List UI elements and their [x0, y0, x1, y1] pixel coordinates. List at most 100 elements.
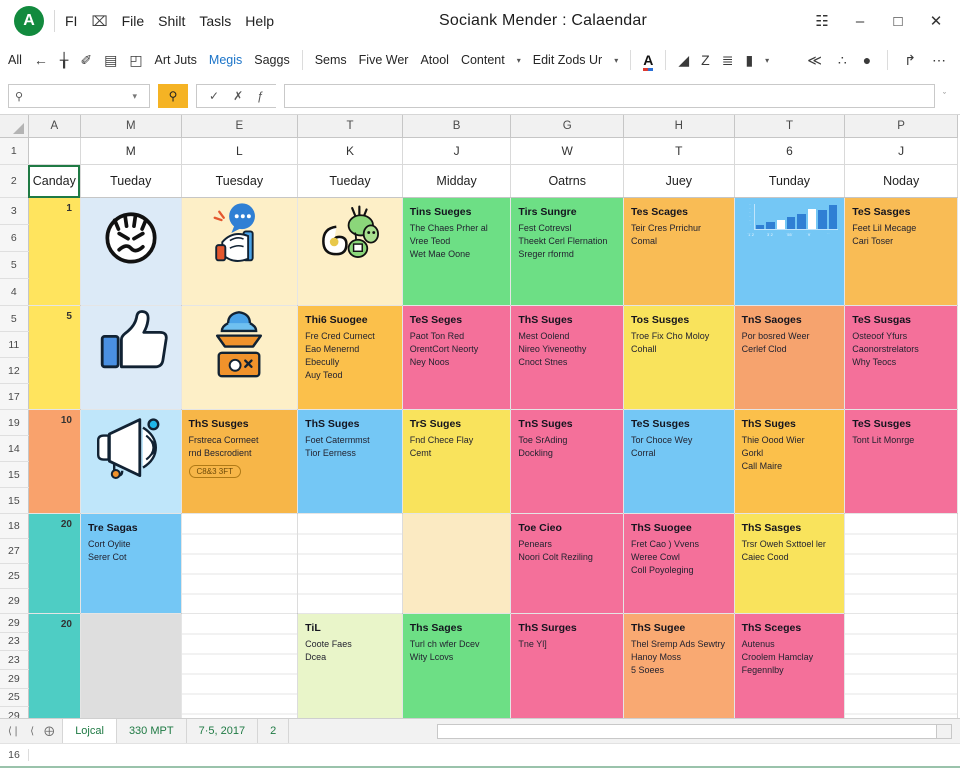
ribbon-atool-button[interactable]: Atool	[420, 53, 449, 67]
cell-post-pink-6[interactable]: Toe Cieo Penears Noori Colt Reziling	[510, 513, 625, 614]
list-icon[interactable]: ≣	[722, 52, 734, 69]
cell-empty-1[interactable]	[181, 513, 299, 614]
menu-file[interactable]: File	[122, 13, 145, 29]
week-number-cell[interactable]: 5	[28, 305, 81, 410]
sheet-tab-2[interactable]: 2	[258, 719, 290, 743]
cell-post-yellow-4[interactable]: ThS Sasges Trsr Oweh Sxttoel ler Caiec Coo…	[734, 513, 846, 614]
cell-post-pink-1[interactable]: TeS Seges Paot Ton Red OrentCort Neorty Ney…	[402, 305, 512, 410]
cell-post-pink-7[interactable]: ThS Suogee Fret Cao ) Vvens Weree Cowl Coll…	[623, 513, 735, 614]
cell-post-green-2[interactable]: Tirs Sungre Fest Cotrevsl Theekt Cerl Fler…	[510, 197, 625, 306]
cell-grey-block[interactable]	[80, 613, 182, 718]
chevron-down-icon-namebox[interactable]: ▾	[132, 91, 143, 102]
menu-shilt[interactable]: Shilt	[158, 13, 185, 29]
ribbon-megis-button[interactable]: Megis	[209, 53, 242, 67]
row-header[interactable]: 4	[0, 278, 29, 306]
prev-sheet-button[interactable]: ⟨	[30, 726, 34, 737]
name-box[interactable]: ⚲ ▾	[8, 84, 150, 108]
ribbon-saggs-button[interactable]: Saggs	[254, 53, 289, 67]
search-go-button[interactable]: ⚲	[158, 84, 188, 108]
document-icon[interactable]: ⌧	[91, 13, 107, 30]
chevron-down-icon[interactable]: ▾	[517, 56, 521, 65]
cell-icon-comment-hand[interactable]	[181, 197, 299, 306]
ribbon-sems-button[interactable]: Sems	[315, 53, 347, 67]
row-header-2[interactable]: 2	[0, 164, 29, 198]
day-name-cell-8[interactable]: Noday	[844, 164, 958, 198]
chevron-down-icon-3[interactable]: ▾	[765, 56, 769, 65]
cell-cream-block[interactable]	[402, 513, 512, 614]
cell-post-yellow-2[interactable]: Tos Susges Troe Fix Cho Moloy Cohall	[623, 305, 735, 410]
scroll-grip-icon[interactable]	[937, 723, 952, 739]
column-header-e-2[interactable]: E	[181, 115, 299, 138]
chevron-down-icon-2[interactable]: ▾	[614, 56, 618, 65]
row-header[interactable]: 19	[0, 409, 29, 436]
select-all-corner[interactable]	[0, 115, 29, 138]
day-name-cell-7[interactable]: Tunday	[734, 164, 846, 198]
highlight-icon[interactable]: ▮	[745, 52, 753, 69]
horizontal-scrollbar[interactable]	[437, 723, 937, 739]
row-header[interactable]: 29	[0, 613, 29, 633]
share-icon[interactable]: ≪	[807, 52, 822, 69]
ribbon-display-options-icon[interactable]: ☷	[812, 12, 832, 30]
spreadsheet-grid[interactable]: AMETBGHTP 1 M L K J W T 6 J 2 Canday Tueday Tuesday T…	[0, 115, 960, 718]
menu-tasls[interactable]: Tasls	[199, 13, 231, 29]
row-header[interactable]: 11	[0, 331, 29, 358]
ribbon-five-woer-button[interactable]: Five Wer	[359, 53, 409, 67]
row-header[interactable]: 5	[0, 251, 29, 279]
back-arrow-icon[interactable]: ←	[34, 52, 48, 68]
cell-post-pink-2[interactable]: ThS Suges Mest Oolend Nireo Yiveneothy Cnoc…	[510, 305, 625, 410]
week-number-cell[interactable]: 20	[28, 513, 81, 614]
row-header[interactable]: 18	[0, 513, 29, 539]
cell-empty-3[interactable]	[844, 513, 958, 614]
column-header-a-0[interactable]: A	[28, 115, 81, 138]
cell-icon-angry-face[interactable]	[80, 197, 182, 306]
week-number-cell[interactable]: 10	[28, 409, 81, 514]
day-letter-cell-3[interactable]: K	[297, 137, 403, 165]
ribbon-art-justs-button[interactable]: Art Juts	[155, 53, 197, 67]
day-letter-cell-2[interactable]: L	[181, 137, 299, 165]
day-letter-cell-8[interactable]: J	[844, 137, 958, 165]
row-header[interactable]: 25	[0, 563, 29, 589]
day-letter-cell-1[interactable]: M	[80, 137, 182, 165]
app-tile-icon[interactable]: ◰	[129, 52, 142, 69]
cell-empty-4[interactable]	[181, 613, 299, 718]
sheet-tab-330mpt[interactable]: 330 MPT	[117, 719, 187, 743]
cell-chart-bars[interactable]: ˙˙ ˙˙ ˙˙ ˙˙ ˙˙ ˙ ˙1˙2 3˙2 ˙55˙ ˙9˙ ˙˙	[734, 197, 846, 306]
cell-post-green-1[interactable]: Tins Sueges The Chaes Prher al Vree Teod We…	[402, 197, 512, 306]
new-sheet-button[interactable]: ⨁	[44, 726, 54, 737]
location-pin-icon[interactable]: ●	[863, 52, 871, 68]
formula-input[interactable]	[283, 84, 935, 108]
cell-post-pink-4[interactable]: TnS Suges Toe SrAding Dockling	[510, 409, 625, 514]
column-header-p-8[interactable]: P	[844, 115, 958, 138]
day-name-cell-6[interactable]: Juey	[623, 164, 735, 198]
day-name-cell-5[interactable]: Oatrns	[510, 164, 625, 198]
day-letter-cell-0[interactable]	[28, 137, 81, 165]
cell-post-orange-1[interactable]: Tes Scages Teir Cres Prrichur Comal	[623, 197, 735, 306]
row-header[interactable]: 29	[0, 588, 29, 614]
fill-icon[interactable]: ◢	[678, 52, 689, 69]
italic-icon[interactable]: Z	[701, 52, 710, 68]
menu-fi[interactable]: FI	[65, 13, 77, 29]
cell-icon-bug-monster[interactable]	[297, 197, 403, 306]
pin-icon[interactable]: ╁	[60, 52, 68, 69]
column-header-g-5[interactable]: G	[510, 115, 625, 138]
cell-icon-thumbs-up[interactable]	[80, 305, 182, 410]
cell-post-orange-2[interactable]: TeS Sasges Feet Lil Mecage Cari Toser	[844, 197, 958, 306]
cell-post-blue-1[interactable]: ThS Suges Foet Catermmst Tior Eerness	[297, 409, 403, 514]
column-header-h-6[interactable]: H	[623, 115, 735, 138]
cell-post-green-3[interactable]: Ths Sages Turl ch wfer Dcev Wity Lcovs	[402, 613, 512, 718]
overflow-menu-icon[interactable]: ⋯	[932, 52, 946, 69]
cell-post-pink-9[interactable]: ThS Sceges Autenus Croolem Hamclay Fegennlb…	[734, 613, 846, 718]
column-header-b-4[interactable]: B	[402, 115, 512, 138]
edit-pencil-icon[interactable]: ✐	[80, 52, 92, 69]
row-header[interactable]: 23	[0, 632, 29, 652]
row-header[interactable]: 3	[0, 197, 29, 225]
first-sheet-button[interactable]: ⟨❘	[8, 726, 20, 737]
export-icon[interactable]: ↱	[904, 52, 916, 69]
day-letter-cell-4[interactable]: J	[402, 137, 512, 165]
column-header-t-3[interactable]: T	[297, 115, 403, 138]
function-icon[interactable]: ƒ	[257, 89, 264, 103]
day-letter-cell-7[interactable]: 6	[734, 137, 846, 165]
day-name-cell-2[interactable]: Tuesday	[181, 164, 299, 198]
cell-icon-gift-box[interactable]	[181, 305, 299, 410]
ribbon-all-button[interactable]: All	[8, 53, 22, 67]
